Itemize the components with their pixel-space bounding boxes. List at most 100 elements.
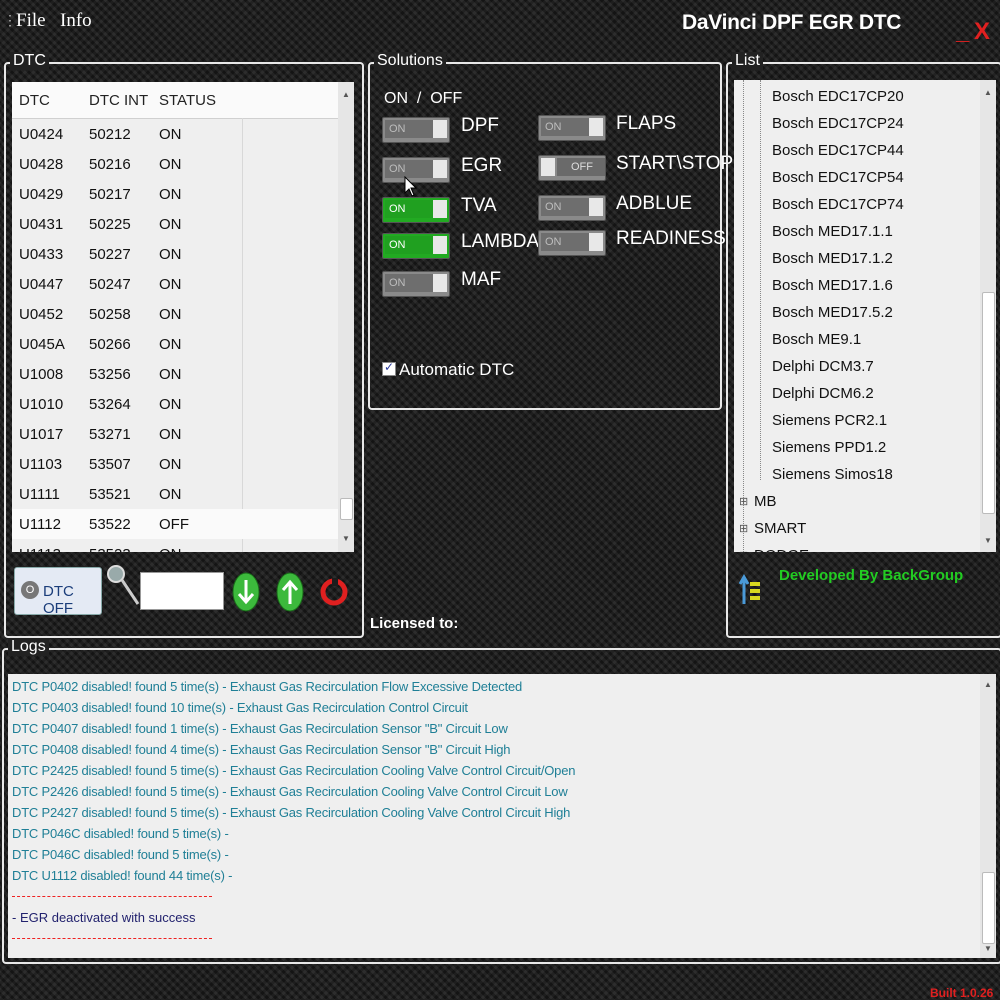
toggle-maf[interactable]: ON <box>382 271 450 297</box>
cell-status: ON <box>159 456 182 473</box>
solution-label: FLAPS <box>616 113 677 134</box>
cell-int: 53523 <box>89 546 131 552</box>
cell-dtc: U0431 <box>19 216 64 233</box>
list-scroll-thumb[interactable] <box>982 292 995 514</box>
tree-item[interactable]: Delphi DCM6.2 <box>772 385 874 402</box>
expand-icon[interactable]: ⊞ <box>739 495 748 508</box>
move-up-button[interactable] <box>276 572 304 612</box>
power-icon: O <box>21 581 39 599</box>
list-scroll-up-icon[interactable]: ▲ <box>984 88 992 97</box>
tree-item[interactable]: Bosch MED17.1.6 <box>772 277 893 294</box>
dtc-off-button[interactable]: O DTC OFF <box>14 567 102 617</box>
table-row[interactable]: U1010 53264 ON <box>12 389 338 419</box>
ecu-tree[interactable]: Bosch EDC17CP20 Bosch EDC17CP24 Bosch EDC1… <box>734 80 996 552</box>
cell-dtc: U1017 <box>19 426 64 443</box>
logs-scroll-down-icon[interactable]: ▼ <box>984 944 992 953</box>
tree-item[interactable]: Bosch EDC17CP20 <box>772 88 904 105</box>
toggle-adblue[interactable]: ON <box>538 195 606 221</box>
toggle-flaps[interactable]: ON <box>538 115 606 141</box>
table-row[interactable]: U0433 50227 ON <box>12 239 338 269</box>
table-row[interactable]: U1112 53522 OFF <box>12 509 338 539</box>
table-row[interactable]: U1017 53271 ON <box>12 419 338 449</box>
list-scrollbar[interactable]: ▲ ▼ <box>980 80 996 552</box>
toggle-tva[interactable]: ON <box>382 197 450 223</box>
sort-icon[interactable] <box>738 574 764 606</box>
scroll-up-icon[interactable]: ▲ <box>342 90 350 99</box>
toggle-dpf[interactable]: ON <box>382 117 450 143</box>
solution-label: START\STOP <box>616 153 734 174</box>
tree-item[interactable]: Siemens PPD1.2 <box>772 439 886 456</box>
dtc-table-scrollbar[interactable]: ▲ ▼ <box>338 82 354 552</box>
tree-item[interactable]: Bosch MED17.5.2 <box>772 304 893 321</box>
automatic-dtc-checkbox[interactable]: ✓ <box>382 360 396 376</box>
list-scroll-down-icon[interactable]: ▼ <box>984 536 992 545</box>
table-row[interactable]: U0429 50217 ON <box>12 179 338 209</box>
search-icon[interactable] <box>104 562 140 610</box>
tree-item[interactable]: Delphi DCM3.7 <box>772 358 874 375</box>
close-button[interactable]: X <box>974 18 990 46</box>
header-dtc-int[interactable]: DTC INT <box>89 92 148 109</box>
toggle-lambda[interactable]: ON <box>382 233 450 259</box>
tree-item[interactable]: Bosch EDC17CP24 <box>772 115 904 132</box>
header-status[interactable]: STATUS <box>159 92 216 109</box>
cell-int: 53522 <box>89 516 131 533</box>
build-version: Built 1.0.26 <box>930 986 994 1000</box>
expand-icon[interactable]: ⊞ <box>739 549 748 552</box>
table-row[interactable]: U1111 53521 ON <box>12 479 338 509</box>
refresh-icon[interactable] <box>320 572 348 612</box>
toggle-knob <box>433 120 447 138</box>
move-down-button[interactable] <box>232 572 260 612</box>
table-row[interactable]: U0424 50212 ON <box>12 119 338 149</box>
tree-node[interactable]: SMART <box>754 520 806 537</box>
tree-line <box>760 80 762 480</box>
tree-item[interactable]: Bosch EDC17CP44 <box>772 142 904 159</box>
table-row[interactable]: U0447 50247 ON <box>12 269 338 299</box>
minimize-button[interactable]: _ <box>956 18 969 46</box>
solution-label: MAF <box>461 269 502 290</box>
tree-item[interactable]: Bosch EDC17CP74 <box>772 196 904 213</box>
dtc-table[interactable]: DTC DTC INT STATUS U0424 50212 ON U0428 5021… <box>12 82 354 552</box>
tree-item[interactable]: Siemens PCR2.1 <box>772 412 887 429</box>
cell-int: 50225 <box>89 216 131 233</box>
toggle-knob <box>589 198 603 216</box>
scroll-thumb[interactable] <box>340 498 353 520</box>
on-off-header: ON / OFF <box>384 90 463 107</box>
table-row[interactable]: U1103 53507 ON <box>12 449 338 479</box>
tree-node[interactable]: DODGE <box>754 547 809 552</box>
table-row[interactable]: U045A 50266 ON <box>12 329 338 359</box>
cell-int: 50227 <box>89 246 131 263</box>
cell-dtc: U0429 <box>19 186 64 203</box>
log-line: DTC P2426 disabled! found 5 time(s) - Ex… <box>12 784 568 799</box>
cell-status: ON <box>159 336 182 353</box>
toggle-readiness[interactable]: ON <box>538 230 606 256</box>
log-line: DTC P0407 disabled! found 1 time(s) - Ex… <box>12 721 508 736</box>
tree-item[interactable]: Bosch MED17.1.2 <box>772 250 893 267</box>
logs-box[interactable]: DTC P0402 disabled! found 5 time(s) - Ex… <box>8 674 996 958</box>
tree-item[interactable]: Siemens Simos18 <box>772 466 893 483</box>
checkmark-icon: ✓ <box>384 360 395 374</box>
scroll-down-icon[interactable]: ▼ <box>342 534 350 543</box>
table-row[interactable]: U0428 50216 ON <box>12 149 338 179</box>
toggle-start-stop[interactable]: OFF <box>538 155 606 181</box>
licensed-to-label: Licensed to: <box>370 615 459 632</box>
log-line: DTC P2425 disabled! found 5 time(s) - Ex… <box>12 763 576 778</box>
cell-status: OFF <box>159 516 189 533</box>
cell-dtc: U045A <box>19 336 65 353</box>
table-row[interactable]: U0431 50225 ON <box>12 209 338 239</box>
logs-scroll-up-icon[interactable]: ▲ <box>984 680 992 689</box>
table-row[interactable]: U1113 53523 ON <box>12 539 338 552</box>
logs-scrollbar[interactable]: ▲ ▼ <box>980 674 996 958</box>
expand-icon[interactable]: ⊞ <box>739 522 748 535</box>
menu-file[interactable]: File <box>16 10 46 32</box>
tree-node[interactable]: MB <box>754 493 777 510</box>
tree-item[interactable]: Bosch ME9.1 <box>772 331 861 348</box>
tree-item[interactable]: Bosch EDC17CP54 <box>772 169 904 186</box>
header-dtc[interactable]: DTC <box>19 92 50 109</box>
table-row[interactable]: U1008 53256 ON <box>12 359 338 389</box>
table-row[interactable]: U0452 50258 ON <box>12 299 338 329</box>
cell-status: ON <box>159 306 182 323</box>
tree-item[interactable]: Bosch MED17.1.1 <box>772 223 893 240</box>
logs-scroll-thumb[interactable] <box>982 872 995 944</box>
menu-info[interactable]: Info <box>60 10 92 32</box>
search-input[interactable] <box>140 572 224 610</box>
